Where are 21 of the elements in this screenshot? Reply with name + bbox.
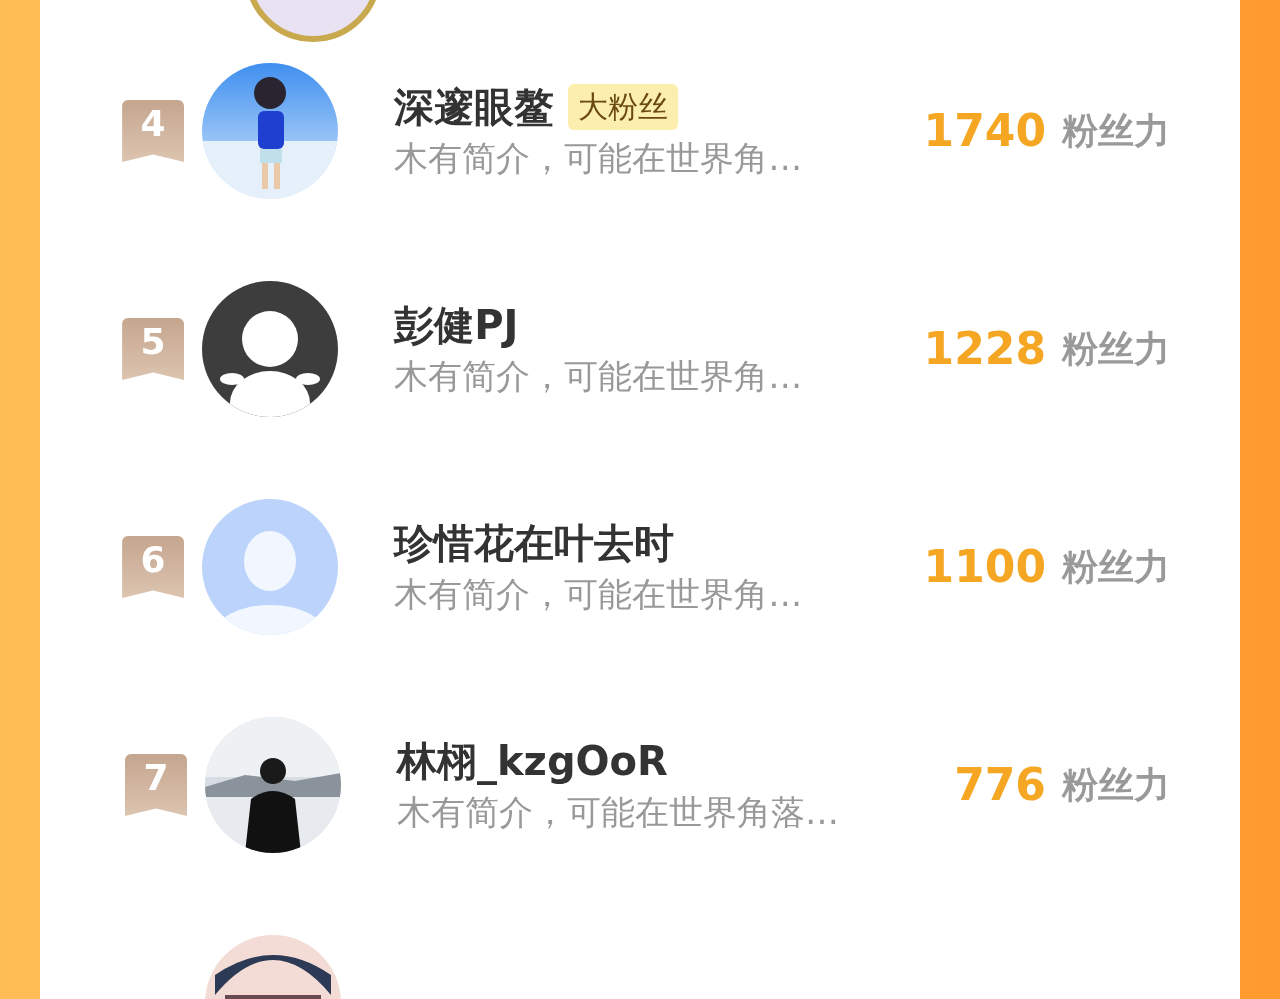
score-label: 粉丝力 — [1062, 763, 1170, 807]
fan-score: 1228 — [923, 322, 1046, 376]
user-bio: 木有简介，可能在世界角… — [394, 137, 804, 180]
user-bio: 木有简介，可能在世界角… — [394, 573, 804, 616]
rank-badge: 4 — [122, 100, 185, 162]
score-label: 粉丝力 — [1062, 109, 1170, 153]
fan-score: 1740 — [923, 104, 1046, 158]
score-label: 粉丝力 — [1062, 327, 1170, 371]
user-name: 深邃眼鳌 — [394, 83, 555, 132]
user-name: 珍惜花在叶去时 — [394, 519, 675, 568]
fan-score: 776 — [954, 758, 1046, 812]
rank-badge: 5 — [122, 318, 185, 380]
fan-badge: 大粉丝 — [568, 84, 679, 130]
score-label: 粉丝力 — [1062, 545, 1170, 589]
fan-score: 1100 — [923, 540, 1046, 594]
user-name: 彭健PJ — [394, 301, 519, 350]
user-name: 林栩_kzgOoR — [397, 737, 668, 787]
rank-badge: 6 — [122, 536, 185, 598]
user-bio: 木有简介，可能在世界角… — [394, 355, 804, 398]
rank-badge: 7 — [125, 754, 187, 816]
user-bio: 木有简介，可能在世界角落… — [397, 791, 840, 834]
